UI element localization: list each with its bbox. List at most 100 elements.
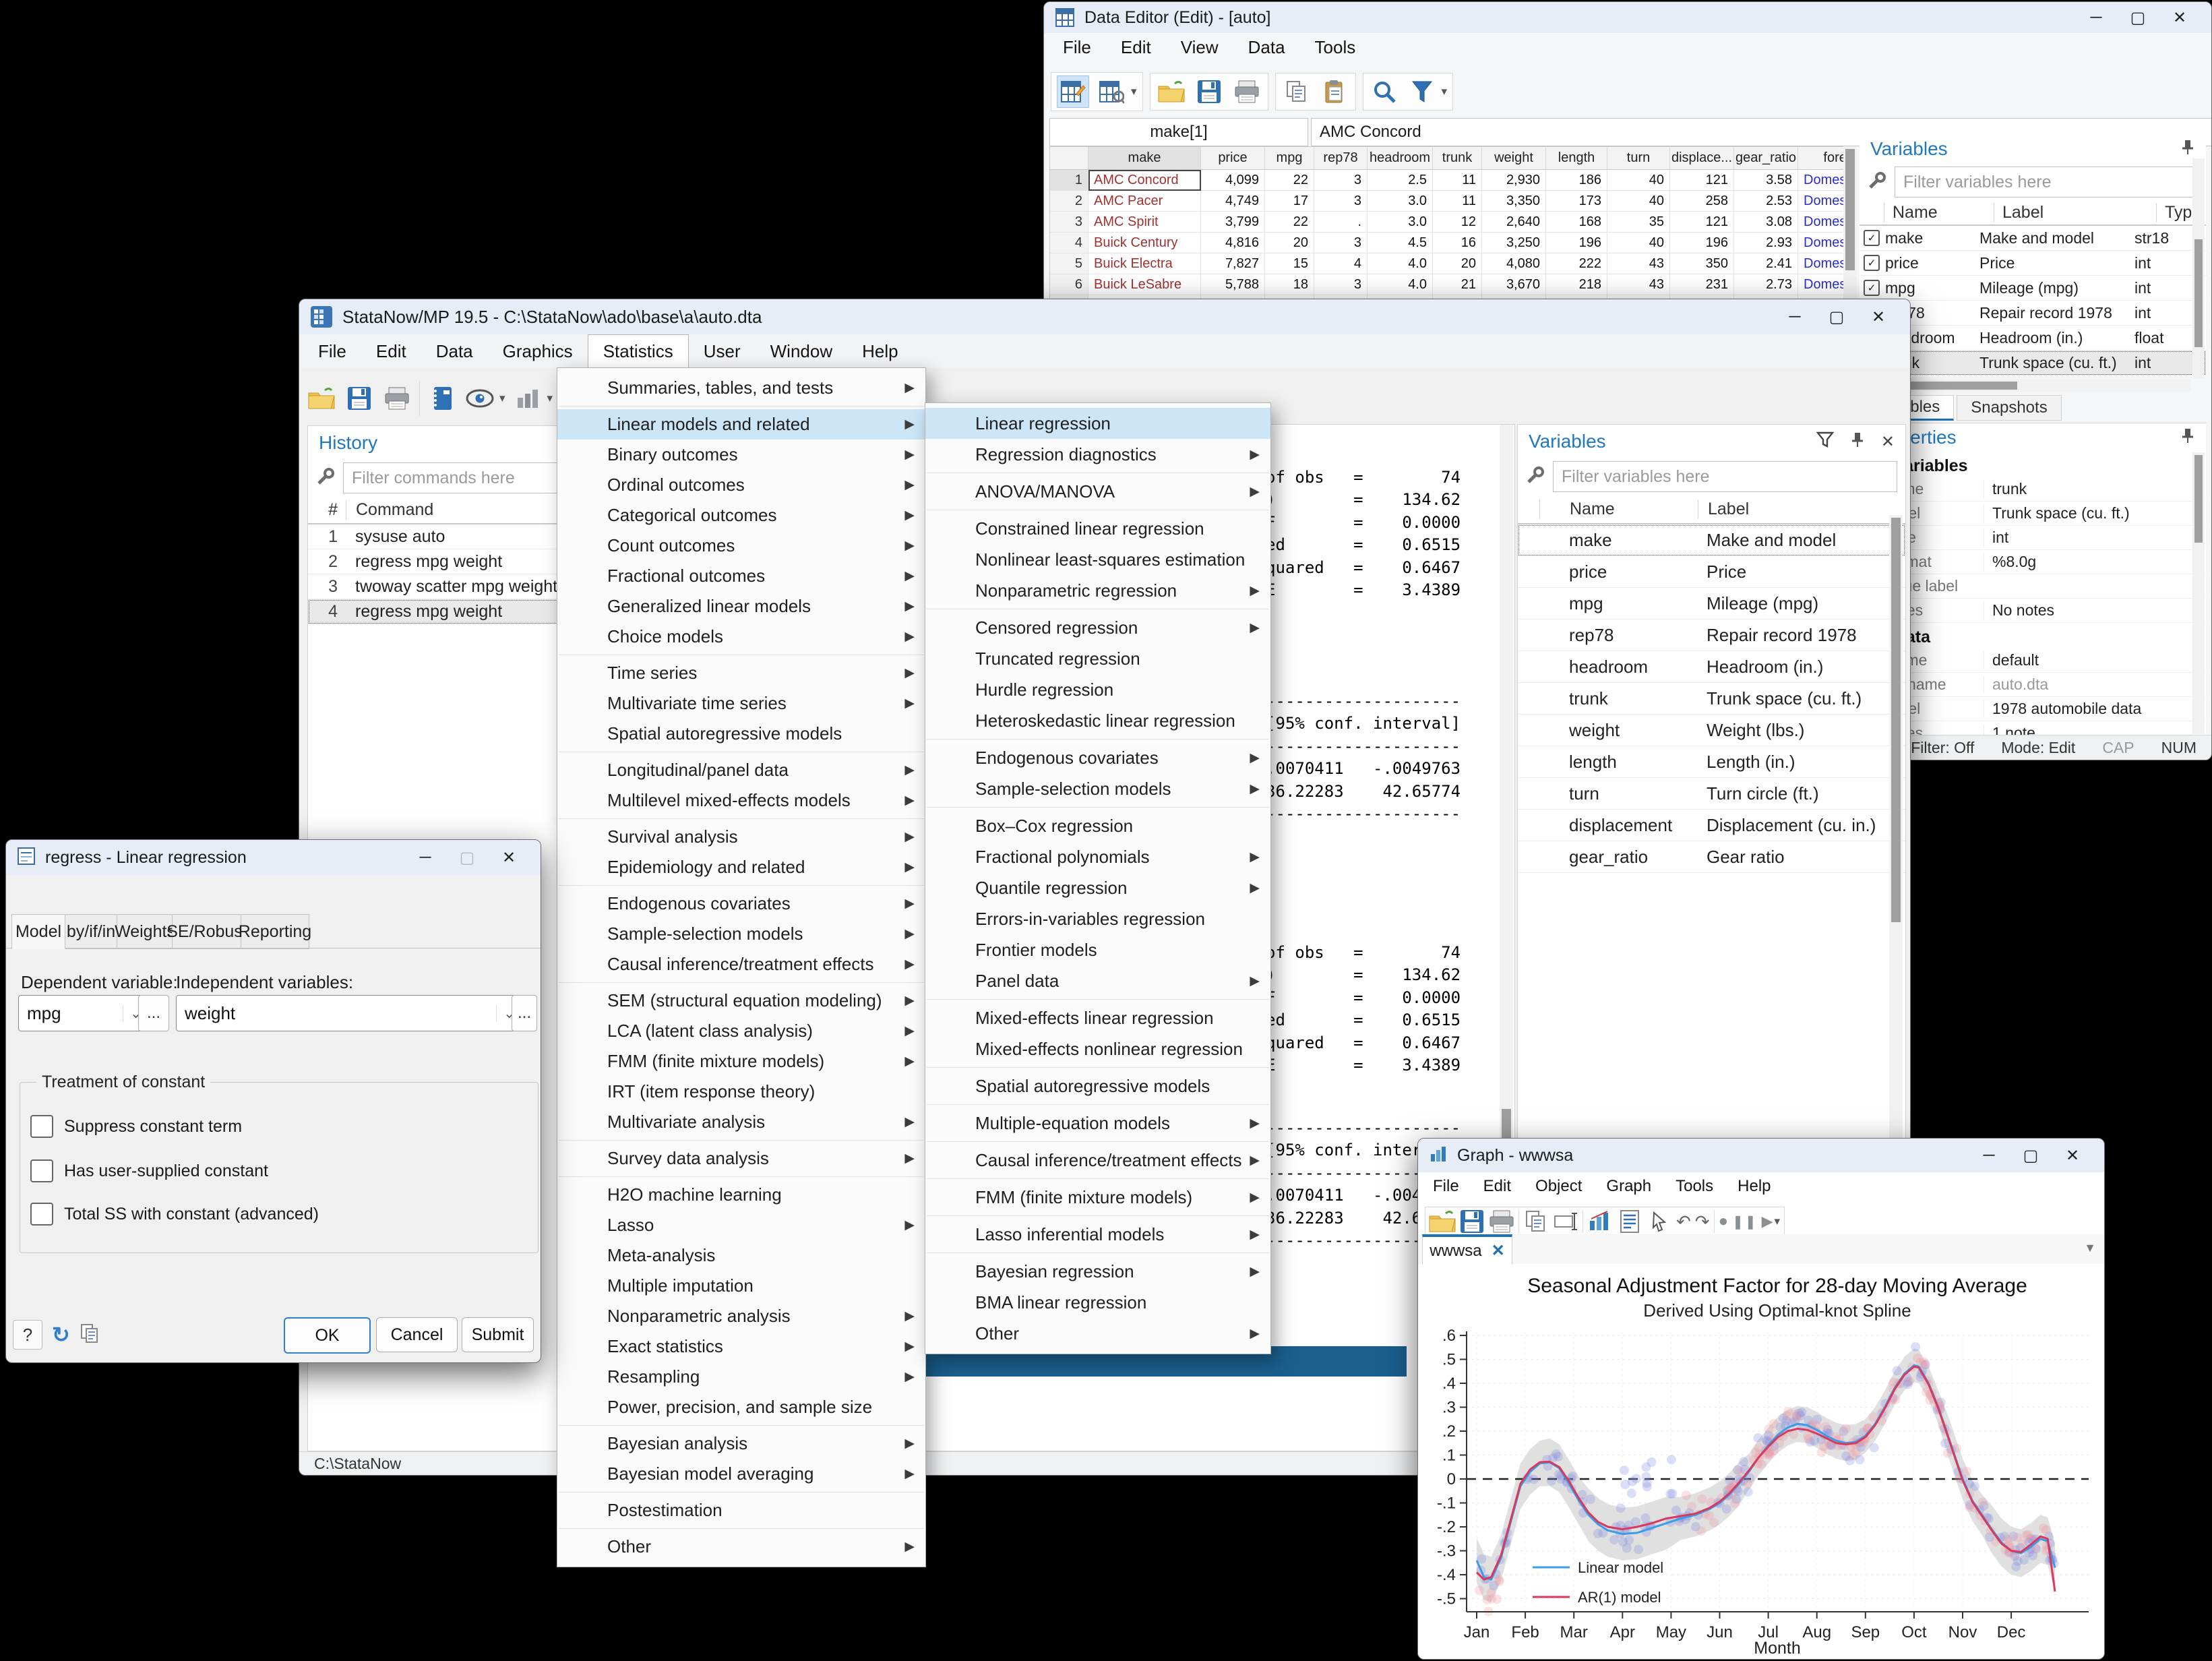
menu-file[interactable]: File	[1421, 1173, 1471, 1200]
de-variables-filter-input[interactable]	[1895, 167, 2198, 198]
chevron-down-icon[interactable]: ▾	[1775, 1215, 1781, 1228]
data-cell[interactable]: 5,788	[1201, 274, 1265, 295]
filter-icon[interactable]	[1816, 431, 1834, 452]
menu-edit[interactable]: Edit	[361, 335, 421, 368]
table-row[interactable]: 6Buick LeSabre5,7881834.0213,67021843231…	[1050, 274, 1844, 295]
browse-table-icon[interactable]	[1099, 79, 1124, 104]
variable-row-displacement[interactable]: displacementDisplacement (cu. in.)	[1518, 810, 1905, 841]
data-cell[interactable]: 222	[1546, 253, 1607, 274]
column-header-displace[interactable]: displace...	[1670, 147, 1734, 170]
menu-item-linear-regression[interactable]: Linear regression	[925, 408, 1270, 439]
de-tab-snapshots[interactable]: Snapshots	[1957, 395, 2061, 421]
minimize-icon[interactable]: ─	[404, 843, 446, 872]
menu-view[interactable]: View	[1166, 31, 1233, 64]
variable-row-trunk[interactable]: trunkTrunk space (cu. ft.)	[1518, 683, 1905, 715]
menu-item-mixed-effects-linear-regression[interactable]: Mixed-effects linear regression	[925, 1002, 1270, 1033]
column-header-rep[interactable]: rep78	[1314, 147, 1368, 170]
menu-item-categorical-outcomes[interactable]: Categorical outcomes▶	[557, 500, 925, 531]
column-header-mpg[interactable]: mpg	[1265, 147, 1314, 170]
data-cell[interactable]: 3,799	[1201, 212, 1265, 233]
history-row-4[interactable]: 4regress mpg weight	[308, 599, 558, 624]
menu-item-sample-selection-models[interactable]: Sample-selection models▶	[557, 919, 925, 949]
data-cell[interactable]: 4,080	[1482, 253, 1546, 274]
tab-serobust[interactable]: SE/Robust	[172, 914, 242, 949]
data-cell[interactable]: Buick Electra	[1088, 253, 1201, 274]
data-cell[interactable]: 20	[1433, 253, 1482, 274]
menu-item-censored-regression[interactable]: Censored regression▶	[925, 612, 1270, 643]
menu-help[interactable]: Help	[1725, 1173, 1783, 1200]
close-icon[interactable]: ✕	[1492, 1241, 1505, 1261]
menu-item-multivariate-time-series[interactable]: Multivariate time series▶	[557, 688, 925, 719]
data-cell[interactable]: Domestic	[1798, 170, 1845, 191]
menu-item-sample-selection-models[interactable]: Sample-selection models▶	[925, 773, 1270, 804]
variable-row-make[interactable]: makeMake and model	[1518, 524, 1905, 556]
menu-item-generalized-linear-models[interactable]: Generalized linear models▶	[557, 591, 925, 622]
data-cell[interactable]: AMC Concord	[1088, 170, 1201, 191]
data-cell[interactable]: 4	[1314, 253, 1368, 274]
tab-reporting[interactable]: Reporting	[241, 914, 309, 949]
dependent-variable-browse-button[interactable]: ...	[138, 995, 169, 1031]
variable-row-make[interactable]: ✓makeMake and modelstr18	[1860, 226, 2206, 251]
menu-tools[interactable]: Tools	[1663, 1173, 1725, 1200]
data-cell[interactable]: 20	[1265, 233, 1314, 253]
pin-icon[interactable]	[2180, 427, 2195, 448]
checkbox-icon[interactable]: ✓	[1864, 255, 1880, 271]
menu-file[interactable]: File	[1048, 31, 1106, 64]
checkbox-total-ss-with-constant-advanced-[interactable]: Total SS with constant (advanced)	[30, 1203, 319, 1226]
menu-item-other[interactable]: Other▶	[557, 1532, 925, 1562]
data-cell[interactable]: AMC Pacer	[1088, 191, 1201, 212]
open-folder-icon[interactable]	[1428, 1209, 1456, 1234]
menu-item-heteroskedastic-linear-regression[interactable]: Heteroskedastic linear regression	[925, 705, 1270, 736]
edit-table-icon[interactable]	[1060, 79, 1086, 104]
menu-item-bma-linear-regression[interactable]: BMA linear regression	[925, 1287, 1270, 1318]
menu-item-linear-models-and-related[interactable]: Linear models and related▶	[557, 409, 925, 440]
menu-item-quantile-regression[interactable]: Quantile regression▶	[925, 872, 1270, 903]
data-cell[interactable]: 15	[1265, 253, 1314, 274]
data-cell[interactable]: 40	[1607, 233, 1670, 253]
menu-item-nonparametric-analysis[interactable]: Nonparametric analysis▶	[557, 1301, 925, 1331]
menu-item-mixed-effects-nonlinear-regression[interactable]: Mixed-effects nonlinear regression	[925, 1033, 1270, 1064]
column-header-gear_ratio[interactable]: gear_ratio	[1734, 147, 1798, 170]
data-cell[interactable]: 3,250	[1482, 233, 1546, 253]
menu-item-regression-diagnostics[interactable]: Regression diagnostics▶	[925, 439, 1270, 470]
column-header-foreign[interactable]: foreign	[1798, 147, 1845, 170]
paste-icon[interactable]	[1323, 79, 1346, 104]
maximize-icon[interactable]: ▢	[2010, 1141, 2052, 1170]
menu-item-lasso-inferential-models[interactable]: Lasso inferential models▶	[925, 1219, 1270, 1250]
de-col-label[interactable]: Label	[1994, 203, 2156, 222]
open-folder-icon[interactable]	[307, 386, 336, 411]
menu-item-sem-structural-equation-modeling-[interactable]: SEM (structural equation modeling)▶	[557, 986, 925, 1016]
checkbox-icon[interactable]	[30, 1159, 53, 1182]
data-cell[interactable]: 121	[1670, 170, 1734, 191]
data-cell[interactable]: 2,930	[1482, 170, 1546, 191]
wrench-icon[interactable]	[1526, 466, 1545, 488]
menu-item-bayesian-analysis[interactable]: Bayesian analysis▶	[557, 1428, 925, 1459]
checkbox-icon[interactable]	[30, 1203, 53, 1226]
close-icon[interactable]: ✕	[2052, 1141, 2093, 1170]
menu-data[interactable]: Data	[421, 335, 488, 368]
data-cell[interactable]: 2.5	[1368, 170, 1433, 191]
menu-item-postestimation[interactable]: Postestimation	[557, 1495, 925, 1526]
menu-help[interactable]: Help	[847, 335, 913, 368]
independent-variables-browse-button[interactable]: ...	[512, 995, 537, 1031]
data-cell[interactable]: 2.73	[1734, 274, 1798, 295]
menu-item-truncated-regression[interactable]: Truncated regression	[925, 643, 1270, 674]
menu-item-causal-inference-treatment-effects[interactable]: Causal inference/treatment effects▶	[557, 949, 925, 979]
data-cell[interactable]: 3	[1314, 233, 1368, 253]
bars-blue-icon[interactable]	[1589, 1211, 1611, 1232]
cancel-button[interactable]: Cancel	[376, 1317, 458, 1352]
data-cell[interactable]: Domestic	[1798, 212, 1845, 233]
menu-item-endogenous-covariates[interactable]: Endogenous covariates▶	[557, 888, 925, 919]
menu-item-errors-in-variables-regression[interactable]: Errors-in-variables regression	[925, 903, 1270, 934]
variable-row-price[interactable]: pricePrice	[1518, 556, 1905, 588]
variable-row-mpg[interactable]: mpgMileage (mpg)	[1518, 588, 1905, 620]
column-header-length[interactable]: length	[1546, 147, 1607, 170]
data-cell[interactable]: 12	[1433, 212, 1482, 233]
save-icon[interactable]	[1459, 1209, 1485, 1234]
data-cell[interactable]: 4.0	[1368, 253, 1433, 274]
menu-item-longitudinal-panel-data[interactable]: Longitudinal/panel data▶	[557, 755, 925, 785]
close-icon[interactable]: ✕	[488, 843, 530, 872]
menu-item-bayesian-regression[interactable]: Bayesian regression▶	[925, 1256, 1270, 1287]
table-row[interactable]: 5Buick Electra7,8271544.0204,08022243350…	[1050, 253, 1844, 274]
cell-reference-box[interactable]: make[1]	[1049, 118, 1308, 146]
